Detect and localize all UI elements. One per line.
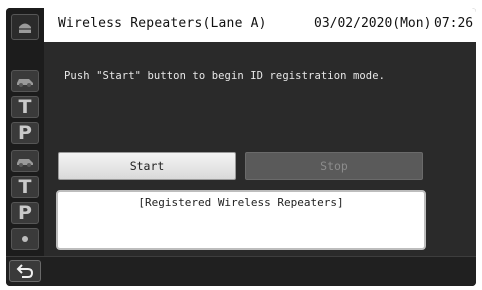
sidebar-p-button-2[interactable]: P bbox=[11, 202, 39, 224]
stop-button-label: Stop bbox=[320, 159, 348, 173]
sidebar: T P T P bbox=[6, 8, 44, 256]
back-button[interactable] bbox=[9, 260, 41, 282]
main-panel: Push "Start" button to begin ID registra… bbox=[44, 42, 476, 256]
header-time: 07:26 bbox=[434, 16, 474, 31]
sidebar-item-label: T bbox=[18, 176, 32, 198]
sidebar-item-label: T bbox=[18, 96, 32, 118]
instruction-text: Push "Start" button to begin ID registra… bbox=[64, 70, 386, 82]
sidebar-dot-button[interactable] bbox=[11, 228, 39, 250]
start-button-label: Start bbox=[129, 159, 165, 173]
sidebar-item-label: P bbox=[18, 202, 32, 224]
registered-repeaters-list[interactable]: [Registered Wireless Repeaters] bbox=[56, 190, 426, 250]
home-button[interactable] bbox=[11, 14, 39, 40]
dot-icon bbox=[22, 236, 28, 242]
back-arrow-icon bbox=[16, 264, 34, 278]
page-title: Wireless Repeaters(Lane A) bbox=[58, 16, 267, 31]
car-icon bbox=[17, 79, 33, 87]
header-bar: Wireless Repeaters(Lane A) 03/02/2020(Mo… bbox=[44, 8, 476, 42]
sidebar-car-button-2[interactable] bbox=[11, 150, 39, 172]
sidebar-p-button-1[interactable]: P bbox=[11, 122, 39, 144]
header-date: 03/02/2020(Mon) bbox=[314, 16, 432, 31]
car-icon bbox=[17, 159, 33, 167]
bottom-bar bbox=[6, 256, 476, 286]
device-frame: T P T P Wireless Repeaters(Lane A) 03/02… bbox=[0, 0, 482, 290]
list-title: [Registered Wireless Repeaters] bbox=[138, 196, 344, 209]
stop-button[interactable]: Stop bbox=[245, 152, 423, 180]
screen: T P T P Wireless Repeaters(Lane A) 03/02… bbox=[6, 8, 476, 286]
start-button[interactable]: Start bbox=[58, 152, 236, 180]
sidebar-item-label: P bbox=[18, 122, 32, 144]
sidebar-t-button-2[interactable]: T bbox=[11, 176, 39, 198]
home-icon bbox=[19, 23, 31, 33]
sidebar-t-button-1[interactable]: T bbox=[11, 96, 39, 118]
sidebar-car-button-1[interactable] bbox=[11, 70, 39, 92]
